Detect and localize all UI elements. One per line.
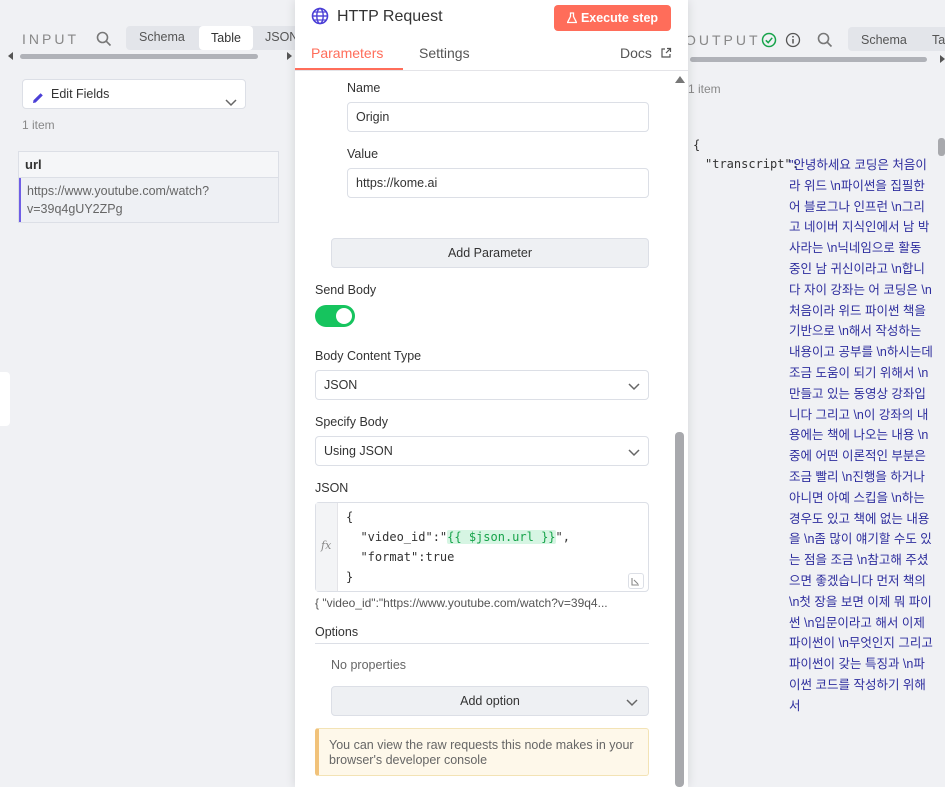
tab-schema[interactable]: Schema bbox=[139, 30, 185, 44]
json-open-brace: { bbox=[693, 138, 701, 152]
toggle-knob bbox=[336, 308, 352, 324]
body-content-type-select[interactable]: JSON bbox=[315, 370, 649, 400]
options-divider bbox=[315, 643, 649, 644]
search-icon[interactable] bbox=[817, 32, 833, 53]
json-key-transcript: "transcript": bbox=[705, 157, 799, 171]
panel-vertical-scrollbar[interactable] bbox=[671, 72, 688, 787]
json-value-transcript: "안녕하세요 코딩은 처음이라 위드 \n파이썬을 집필한 어 블로그나 인프런… bbox=[789, 158, 933, 713]
code-line: "video_id":"{{ $json.url }}", bbox=[346, 530, 570, 544]
json-label: JSON bbox=[315, 481, 349, 495]
flask-icon bbox=[566, 7, 578, 33]
chevron-down-icon bbox=[225, 89, 237, 117]
pen-icon bbox=[31, 87, 45, 115]
globe-icon bbox=[311, 7, 329, 30]
info-icon[interactable] bbox=[785, 32, 801, 53]
scroll-left-icon[interactable] bbox=[8, 52, 13, 60]
json-preview: { "video_id":"https://www.youtube.com/wa… bbox=[315, 596, 608, 610]
tab-schema[interactable]: Schema bbox=[861, 33, 907, 47]
search-icon[interactable] bbox=[96, 31, 112, 52]
check-circle-icon bbox=[761, 32, 777, 53]
add-option-button[interactable]: Add option bbox=[331, 686, 649, 716]
expression-token[interactable]: {{ $json.url }} bbox=[447, 530, 556, 544]
execute-step-button[interactable]: Execute step bbox=[554, 5, 671, 31]
node-panel: HTTP Request Execute step Parameters Set… bbox=[295, 0, 688, 787]
header-divider bbox=[295, 70, 688, 71]
output-pane: OUTPUT Schema Table 1 item { "transcript… bbox=[685, 0, 945, 787]
canvas-edge-tab[interactable] bbox=[0, 372, 10, 426]
chevron-down-icon bbox=[626, 689, 638, 717]
code-line: } bbox=[346, 570, 354, 584]
tab-json[interactable]: JSON bbox=[265, 30, 298, 44]
scroll-right-icon[interactable] bbox=[940, 55, 945, 63]
send-body-label: Send Body bbox=[315, 283, 377, 297]
scroll-thumb[interactable] bbox=[938, 138, 945, 156]
body-content-type-value: JSON bbox=[324, 378, 358, 392]
node-title: HTTP Request bbox=[337, 8, 443, 25]
node-header: HTTP Request Execute step Parameters Set… bbox=[295, 0, 688, 70]
input-title: INPUT bbox=[22, 31, 79, 47]
scroll-right-icon[interactable] bbox=[287, 52, 292, 60]
chevron-down-icon bbox=[628, 373, 640, 401]
table-header-url: url bbox=[19, 152, 278, 178]
body-content-type-label: Body Content Type bbox=[315, 349, 422, 363]
value-input[interactable]: https://kome.ai bbox=[347, 168, 649, 198]
scroll-thumb[interactable] bbox=[675, 432, 684, 787]
chevron-down-icon bbox=[628, 439, 640, 467]
specify-body-label: Specify Body bbox=[315, 415, 388, 429]
code-line: "format":true bbox=[346, 550, 455, 564]
scroll-up-icon[interactable] bbox=[675, 76, 685, 83]
specify-body-select[interactable]: Using JSON bbox=[315, 436, 649, 466]
value-label: Value bbox=[347, 147, 379, 161]
no-properties-text: No properties bbox=[331, 658, 407, 672]
options-label: Options bbox=[315, 625, 359, 639]
output-vertical-scrollbar[interactable] bbox=[937, 118, 945, 787]
json-editor[interactable]: fx { "video_id":"{{ $json.url }}", "form… bbox=[315, 502, 649, 592]
output-title: OUTPUT bbox=[685, 32, 761, 48]
tab-parameters[interactable]: Parameters bbox=[311, 45, 383, 61]
external-link-icon[interactable] bbox=[660, 46, 672, 64]
name-input[interactable]: Origin bbox=[347, 102, 649, 132]
execute-step-label: Execute step bbox=[580, 11, 659, 25]
code-token: "video_id":" bbox=[346, 530, 448, 544]
name-label: Name bbox=[347, 81, 381, 95]
docs-link[interactable]: Docs bbox=[620, 45, 652, 61]
tab-table[interactable]: Table bbox=[932, 33, 945, 47]
tab-settings[interactable]: Settings bbox=[419, 45, 470, 61]
node-select[interactable]: Edit Fields bbox=[22, 79, 246, 109]
specify-body-value: Using JSON bbox=[324, 444, 393, 458]
input-table: url https://www.youtube.com/watch?v=39q4… bbox=[18, 151, 279, 223]
scroll-thumb[interactable] bbox=[690, 57, 927, 62]
table-cell[interactable]: https://www.youtube.com/watch?v=39q4gUY2… bbox=[19, 178, 278, 222]
developer-console-notice: You can view the raw requests this node … bbox=[315, 728, 649, 776]
resize-icon[interactable] bbox=[628, 573, 644, 589]
node-select-label: Edit Fields bbox=[51, 87, 110, 101]
output-item-count: 1 item bbox=[688, 82, 721, 96]
add-option-label: Add option bbox=[460, 694, 520, 708]
expression-icon: fx bbox=[321, 539, 332, 552]
send-body-toggle[interactable] bbox=[315, 305, 355, 327]
input-item-count: 1 item bbox=[22, 118, 55, 132]
scroll-thumb[interactable] bbox=[20, 54, 258, 59]
output-horizontal-scrollbar[interactable] bbox=[685, 55, 945, 63]
code-token: ", bbox=[555, 530, 570, 544]
tab-table[interactable]: Table bbox=[199, 26, 253, 50]
editor-gutter: fx bbox=[316, 503, 338, 591]
input-pane: INPUT Schema Table JSON Edit Fields 1 it… bbox=[0, 0, 300, 787]
code-line: { bbox=[346, 510, 354, 524]
add-parameter-button[interactable]: Add Parameter bbox=[331, 238, 649, 268]
input-horizontal-scrollbar[interactable] bbox=[8, 52, 292, 60]
input-header: INPUT Schema Table JSON bbox=[0, 24, 300, 54]
